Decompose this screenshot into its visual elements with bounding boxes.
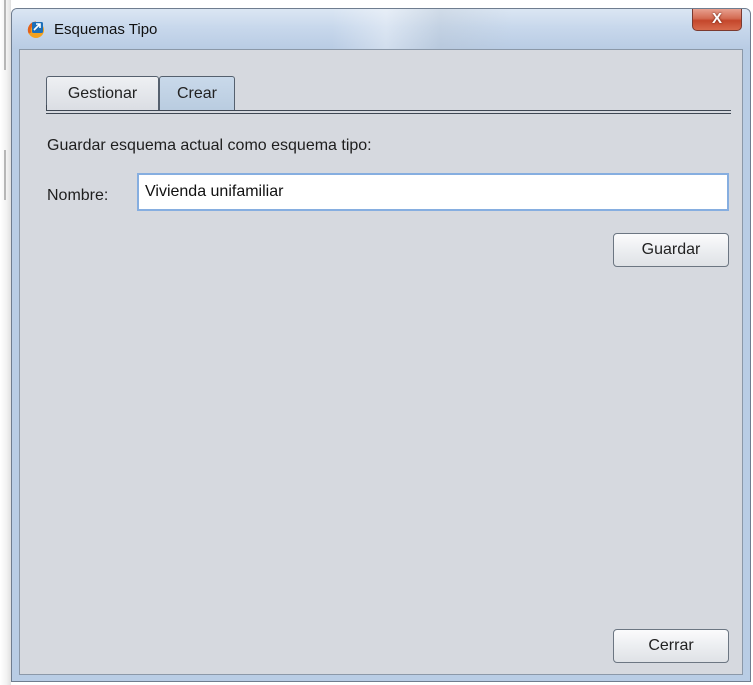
name-input[interactable] (137, 173, 729, 211)
tab-crear[interactable]: Crear (159, 76, 235, 111)
title-bar[interactable]: Esquemas Tipo X (12, 9, 750, 49)
dialog-content: Gestionar Crear Guardar esquema actual c… (19, 49, 743, 675)
dialog-window: Esquemas Tipo X Gestionar Crear Guardar … (11, 8, 751, 682)
edge-mark (4, 150, 6, 200)
close-window-button[interactable]: X (692, 9, 742, 31)
close-icon: X (711, 10, 722, 27)
edge-mark (4, 0, 6, 70)
app-logo-icon (27, 21, 44, 38)
window-title: Esquemas Tipo (54, 21, 158, 38)
background-window-edge (0, 0, 11, 685)
save-button[interactable]: Guardar (613, 233, 729, 267)
section-label: Guardar esquema actual como esquema tipo… (47, 137, 372, 154)
close-button[interactable]: Cerrar (613, 629, 729, 663)
name-label: Nombre: (47, 187, 109, 204)
tab-divider (46, 113, 731, 114)
tab-gestionar[interactable]: Gestionar (46, 76, 159, 111)
tab-divider (46, 110, 731, 111)
